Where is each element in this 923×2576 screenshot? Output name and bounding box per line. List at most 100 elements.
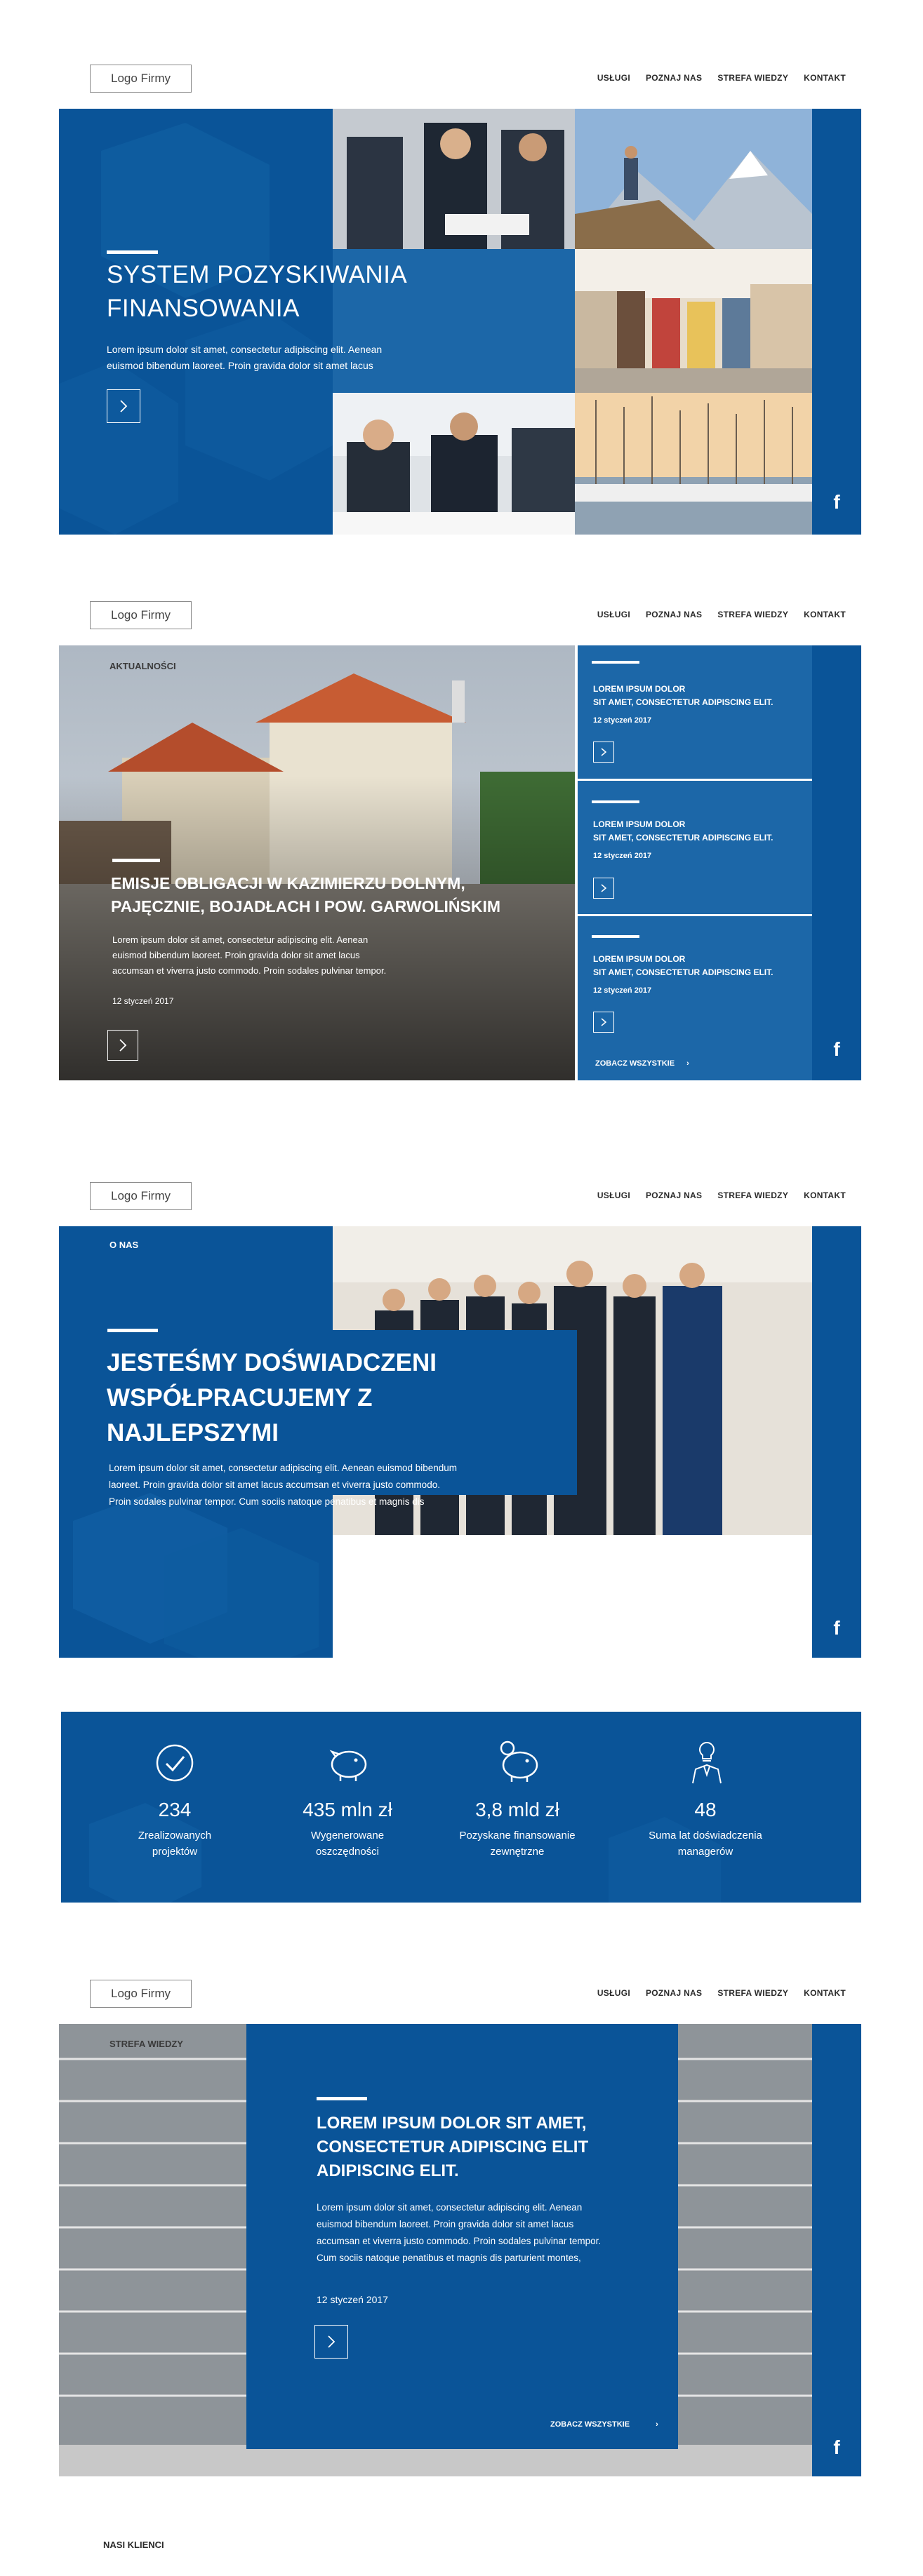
chevron-right-icon [119,1039,127,1052]
main-nav: USŁUGI POZNAJ NAS STREFA WIEDZY KONTAKT [597,73,846,83]
news-main-more-button[interactable] [107,1030,138,1061]
knowledge-title: LOREM IPSUM DOLOR SIT AMET, CONSECTETUR … [317,2114,589,2180]
news-item-date: 12 styczeń 2017 [593,852,652,860]
about-section-label: O NAS [109,1240,139,1250]
piggy-coin-icon [500,1740,538,1782]
news-main-photo [59,645,575,1080]
nav-kontakt[interactable]: KONTAKT [804,610,846,619]
chevron-right-icon: › [656,2420,658,2429]
main-nav: USŁUGI POZNAJ NAS STREFA WIEDZY KONTAKT [597,610,846,619]
social-sidebar: f [812,645,861,1080]
logo[interactable]: Logo Firmy [90,601,192,629]
nav-poznaj-nas[interactable]: POZNAJ NAS [646,73,702,83]
main-nav: USŁUGI POZNAJ NAS STREFA WIEDZY KONTAKT [597,1988,846,1998]
news-item-title: LOREM IPSUM DOLOR SIT AMET, CONSECTETUR … [593,954,773,977]
chevron-right-icon [601,748,607,756]
stat-experience: 48 Suma lat doświadczenia managerów [635,1740,776,1894]
nav-uslugi[interactable]: USŁUGI [597,1190,630,1200]
check-circle-icon [156,1744,194,1782]
chevron-right-icon [601,884,607,892]
about-accent-line [107,1329,158,1332]
hero-more-button[interactable] [107,389,140,423]
knowledge-date: 12 styczeń 2017 [317,2294,388,2305]
stat-label: Pozyskane finansowanie zewnętrzne [459,1830,576,1858]
nav-kontakt[interactable]: KONTAKT [804,1190,846,1200]
news-see-all-link[interactable]: ZOBACZ WSZYSTKIE › [595,1059,689,1068]
facebook-icon[interactable]: f [812,2436,861,2459]
news-accent-line [112,859,160,862]
news-item-2[interactable]: LOREM IPSUM DOLOR SIT AMET, CONSECTETUR … [578,781,812,914]
stat-label: Zrealizowanych projektów [138,1830,212,1858]
stat-financing: 3,8 mld zł Pozyskane finansowanie zewnęt… [447,1740,587,1894]
nav-kontakt[interactable]: KONTAKT [804,1988,846,1998]
nav-strefa-wiedzy[interactable]: STREFA WIEDZY [717,1190,788,1200]
logo[interactable]: Logo Firmy [90,1980,192,2008]
news-item-title: LOREM IPSUM DOLOR SIT AMET, CONSECTETUR … [593,819,773,843]
hero-photo-harbour [575,393,812,535]
facebook-icon[interactable]: f [812,1617,861,1639]
stat-value: 234 [158,1799,192,1820]
chevron-right-icon [601,1018,607,1026]
facebook-icon[interactable]: f [812,1038,861,1061]
header-3: Logo Firmy USŁUGI POZNAJ NAS STREFA WIED… [0,1182,923,1224]
header-1: Logo Firmy USŁUGI POZNAJ NAS STREFA WIED… [0,65,923,107]
social-sidebar: f [812,109,861,535]
stat-label: Suma lat doświadczenia managerów [649,1830,762,1858]
news-item-accent [592,661,639,664]
news-item-accent [592,800,639,803]
nav-poznaj-nas[interactable]: POZNAJ NAS [646,1190,702,1200]
chevron-right-icon [328,2335,336,2348]
news-main-description: Lorem ipsum dolor sit amet, consectetur … [112,934,387,976]
nav-kontakt[interactable]: KONTAKT [804,73,846,83]
nav-strefa-wiedzy[interactable]: STREFA WIEDZY [717,610,788,619]
news-main-date: 12 styczeń 2017 [112,996,174,1006]
social-sidebar: f [812,1226,861,1658]
stat-label: Wygenerowane oszczędności [310,1830,385,1858]
nav-uslugi[interactable]: USŁUGI [597,610,630,619]
news-item-3[interactable]: LOREM IPSUM DOLOR SIT AMET, CONSECTETUR … [578,916,812,1080]
nav-strefa-wiedzy[interactable]: STREFA WIEDZY [717,1988,788,1998]
stats-section: 234 Zrealizowanych projektów 435 mln zł … [61,1712,861,1903]
header-2: Logo Firmy USŁUGI POZNAJ NAS STREFA WIED… [0,601,923,643]
about-title: JESTEŚMY DOŚWIADCZENI WSPÓŁPRACUJEMY Z N… [107,1349,437,1447]
knowledge-section-label: STREFA WIEDZY [109,2039,183,2049]
news-item-more-button[interactable] [593,1012,614,1033]
knowledge-accent-line [317,2097,367,2100]
hero-photo-mountains [575,109,812,249]
nav-poznaj-nas[interactable]: POZNAJ NAS [646,610,702,619]
stat-projects: 234 Zrealizowanych projektów [126,1740,224,1894]
stat-value: 48 [694,1799,717,1820]
nav-uslugi[interactable]: USŁUGI [597,73,630,83]
news-item-1[interactable]: LOREM IPSUM DOLOR SIT AMET, CONSECTETUR … [578,645,812,779]
hero-photo-meeting-2 [333,393,575,535]
logo[interactable]: Logo Firmy [90,65,192,93]
news-item-date: 12 styczeń 2017 [593,716,652,725]
about-description: Lorem ipsum dolor sit amet, consectetur … [109,1463,458,1507]
hero-photo-city-friends [575,249,812,393]
hero-title: SYSTEM POZYSKIWANIA FINANSOWANIA [107,261,408,322]
hex-pattern-decoration [73,1493,319,1658]
knowledge-more-button[interactable] [314,2325,348,2359]
logo[interactable]: Logo Firmy [90,1182,192,1210]
knowledge-see-all-link[interactable]: ZOBACZ WSZYSTKIE › [550,2420,658,2429]
news-item-date: 12 styczeń 2017 [593,986,652,995]
chevron-right-icon [120,400,128,412]
news-item-accent [592,935,639,938]
clients-section-label: NASI KLIENCI [103,2540,164,2550]
piggy-bank-icon [329,1750,367,1781]
main-nav: USŁUGI POZNAJ NAS STREFA WIEDZY KONTAKT [597,1190,846,1200]
nav-strefa-wiedzy[interactable]: STREFA WIEDZY [717,73,788,83]
stat-savings: 435 mln zł Wygenerowane oszczędności [284,1740,411,1894]
news-item-more-button[interactable] [593,878,614,899]
knowledge-description: Lorem ipsum dolor sit amet, consectetur … [317,2202,602,2263]
news-item-title: LOREM IPSUM DOLOR SIT AMET, CONSECTETUR … [593,684,773,707]
news-section-label: AKTUALNOŚCI [109,661,176,671]
nav-uslugi[interactable]: USŁUGI [597,1988,630,1998]
news-item-more-button[interactable] [593,742,614,763]
header-5: Logo Firmy USŁUGI POZNAJ NAS STREFA WIED… [0,1980,923,2022]
hero-description: Lorem ipsum dolor sit amet, consectetur … [107,344,383,371]
facebook-icon[interactable]: f [812,491,861,514]
hero-photo-business-meeting [333,109,575,249]
nav-poznaj-nas[interactable]: POZNAJ NAS [646,1988,702,1998]
knowledge-content-panel: LOREM IPSUM DOLOR SIT AMET, CONSECTETUR … [246,2024,678,2449]
